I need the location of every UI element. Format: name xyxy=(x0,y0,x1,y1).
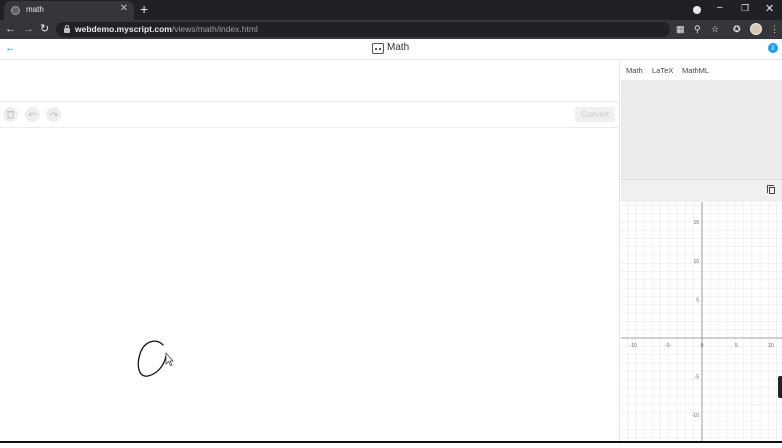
x-tick-label: 10 xyxy=(768,343,774,349)
star-icon[interactable]: ☆ xyxy=(711,24,719,34)
rendered-result-area xyxy=(0,61,620,102)
tab-latex[interactable]: LaTeX xyxy=(652,66,673,75)
zoom-icon[interactable]: ⚲ xyxy=(694,24,701,34)
profile-avatar[interactable] xyxy=(750,23,762,35)
url-text[interactable]: webdemo.myscript.com/views/math/index.ht… xyxy=(75,24,258,34)
result-actions xyxy=(621,179,782,202)
redo-button[interactable] xyxy=(46,107,61,122)
reload-icon[interactable]: ↻ xyxy=(40,22,49,36)
graph-plot[interactable]: -10 -5 0 5 10 15 10 5 -5 -10 xyxy=(621,202,782,443)
lock-icon[interactable] xyxy=(64,25,70,33)
undo-button[interactable] xyxy=(25,107,40,122)
translate-icon[interactable]: ▦ xyxy=(676,24,685,34)
x-tick-label: -10 xyxy=(629,343,636,349)
y-tick-label: 15 xyxy=(693,220,699,226)
undo-icon xyxy=(28,112,37,116)
ink-stroke xyxy=(137,340,167,377)
tab-close-icon[interactable]: ✕ xyxy=(120,3,128,14)
convert-button[interactable]: Convert xyxy=(575,107,615,122)
copy-icon[interactable] xyxy=(767,185,775,194)
result-tabs: Math LaTeX MathML xyxy=(621,61,782,80)
editor-toolbar: Convert xyxy=(0,102,620,128)
info-icon[interactable]: i xyxy=(768,43,778,53)
math-icon xyxy=(372,43,384,54)
tab-mathml[interactable]: MathML xyxy=(682,66,709,75)
x-tick-label: 5 xyxy=(735,343,738,349)
redo-icon xyxy=(49,112,58,116)
extensions-icon[interactable]: ✪ xyxy=(733,24,741,34)
graph-grid: -10 -5 0 5 10 15 10 5 -5 -10 xyxy=(621,202,782,443)
result-output xyxy=(621,80,782,179)
back-icon[interactable]: ← xyxy=(5,22,16,36)
browser-toolbar: ← → ↻ webdemo.myscript.com/views/math/in… xyxy=(0,20,782,39)
ink-layer xyxy=(137,340,174,377)
restore-button[interactable]: ❐ xyxy=(741,3,749,14)
x-tick-label: -5 xyxy=(665,343,670,349)
result-panel: Math LaTeX MathML -10 -5 0 5 10 15 10 5 -5 -10 xyxy=(621,61,782,443)
close-window-button[interactable]: ✕ xyxy=(765,2,774,15)
math-editor: Convert xyxy=(0,61,620,443)
tab-math[interactable]: Math xyxy=(626,66,643,75)
new-tab-button[interactable]: + xyxy=(140,1,148,17)
writing-canvas[interactable] xyxy=(0,128,620,443)
graph-panel-handle[interactable] xyxy=(778,376,782,398)
y-tick-label: -10 xyxy=(692,413,699,419)
media-indicator-icon[interactable] xyxy=(693,6,701,14)
browser-tab-strip: math ✕ + – ❐ ✕ xyxy=(0,0,782,20)
x-tick-label: 0 xyxy=(701,343,704,349)
trash-icon xyxy=(7,111,14,119)
clear-button[interactable] xyxy=(3,107,18,122)
app-header: ← Math i xyxy=(0,39,782,60)
forward-icon[interactable]: → xyxy=(23,22,34,36)
y-tick-label: 10 xyxy=(693,259,699,265)
browser-tab[interactable]: math ✕ xyxy=(4,1,134,20)
globe-icon xyxy=(11,6,20,15)
app-back-icon[interactable]: ← xyxy=(5,42,16,54)
minimize-button[interactable]: – xyxy=(717,2,723,13)
app-title: Math xyxy=(387,42,410,53)
cursor-pointer-icon xyxy=(165,352,174,366)
tab-title: math xyxy=(26,5,44,14)
menu-icon[interactable]: ⋮ xyxy=(770,24,779,34)
y-tick-label: -5 xyxy=(695,375,700,381)
y-tick-label: 5 xyxy=(696,297,699,303)
url-host: webdemo.myscript.com xyxy=(75,24,172,34)
url-path: /views/math/index.html xyxy=(171,24,258,34)
address-bar[interactable]: webdemo.myscript.com/views/math/index.ht… xyxy=(56,22,670,37)
